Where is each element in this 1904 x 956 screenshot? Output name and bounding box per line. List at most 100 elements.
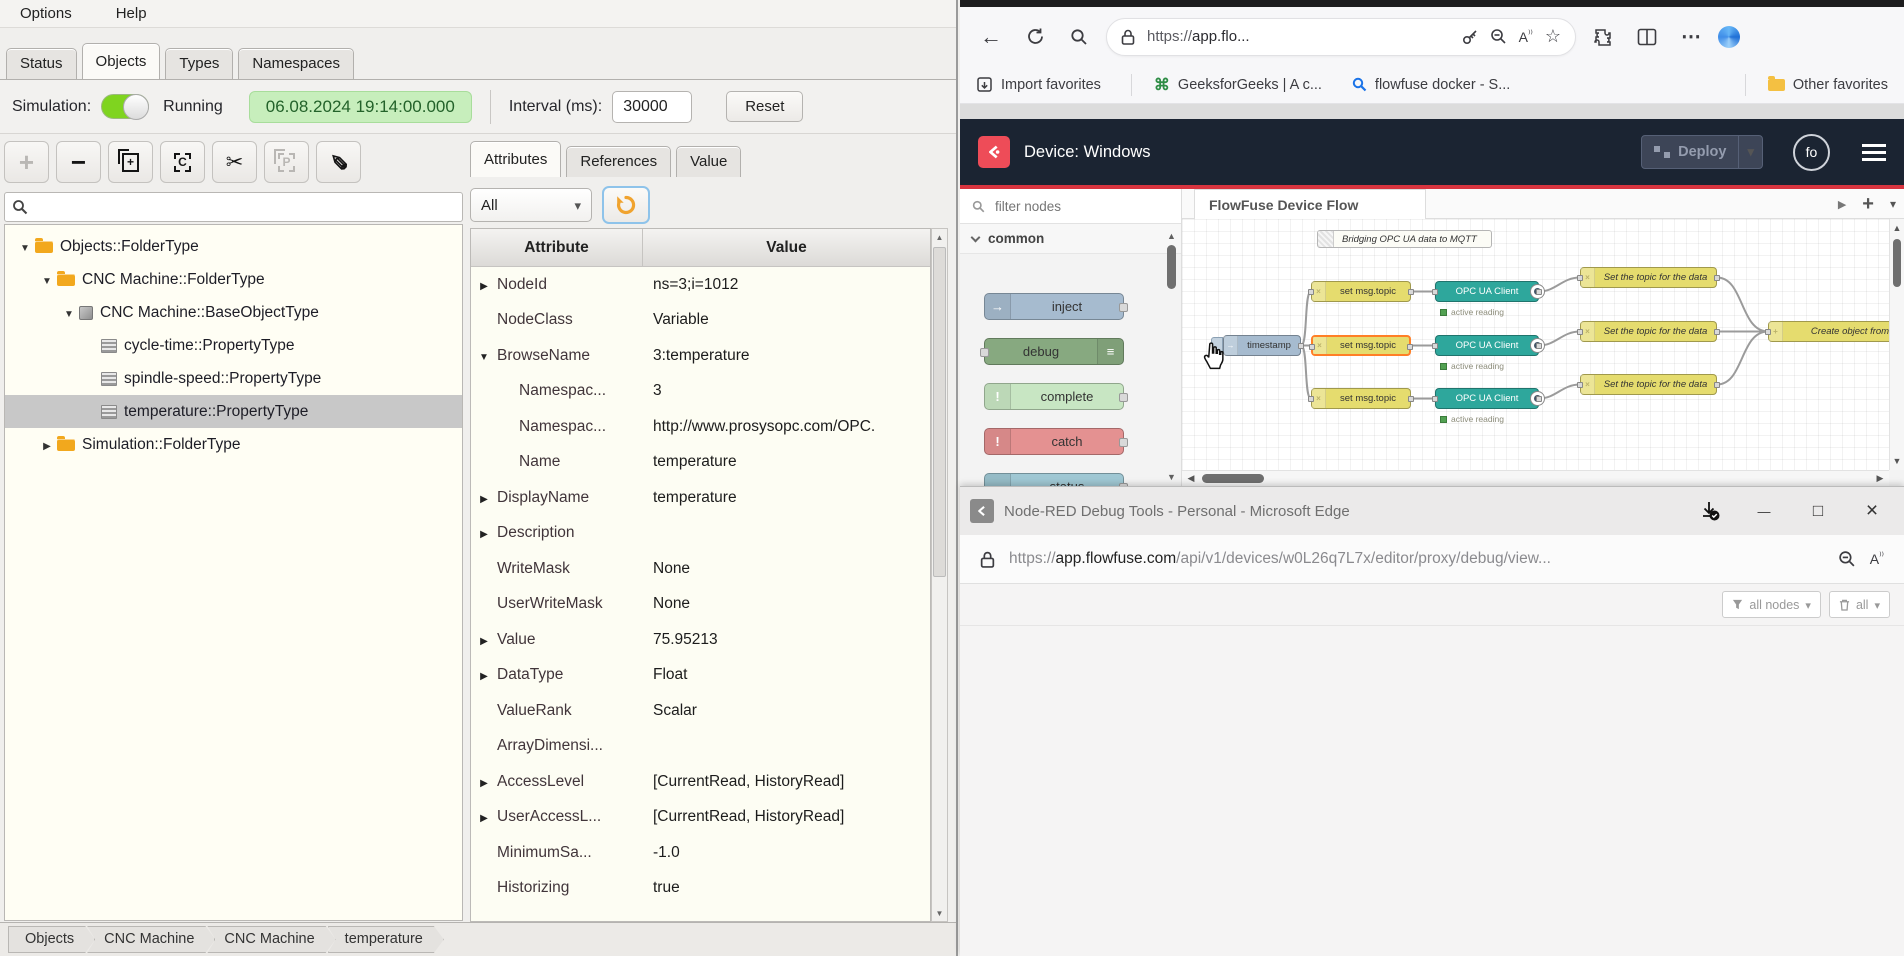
back-button[interactable] bbox=[974, 20, 1008, 54]
split-screen-icon[interactable] bbox=[1630, 20, 1664, 54]
import-favorites-button[interactable]: Import favorites bbox=[976, 76, 1101, 93]
deploy-dropdown[interactable] bbox=[1738, 136, 1762, 168]
input-port[interactable] bbox=[1577, 275, 1583, 281]
node-opcua-client-2[interactable]: OPC UA Client bbox=[1435, 335, 1539, 356]
palette-filter[interactable] bbox=[960, 189, 1181, 224]
address-bar[interactable]: https://app.flo... A bbox=[1106, 18, 1576, 56]
tree-item-spindle-speed[interactable]: spindle-speed::PropertyType bbox=[5, 362, 462, 395]
password-key-icon[interactable] bbox=[1462, 29, 1478, 45]
table-row[interactable]: DataTypeFloat bbox=[471, 658, 930, 694]
cut-button[interactable] bbox=[212, 141, 257, 183]
close-button[interactable] bbox=[1850, 494, 1894, 528]
palette-node-complete[interactable]: ! complete bbox=[984, 383, 1124, 410]
copilot-icon[interactable] bbox=[1718, 26, 1740, 48]
settings-more-icon[interactable] bbox=[1674, 20, 1708, 54]
flow-list-icon[interactable] bbox=[1890, 195, 1896, 213]
expand-icon[interactable] bbox=[471, 276, 497, 294]
favorite-geeksforgeeks[interactable]: GeeksforGeeks | A c... bbox=[1154, 75, 1322, 95]
clear-log-button[interactable]: all bbox=[1829, 591, 1890, 618]
node-set-msg-topic-2-selected[interactable]: × set msg.topic bbox=[1311, 335, 1411, 356]
node-set-topic-2[interactable]: × Set the topic for the data bbox=[1580, 321, 1717, 342]
palette-node-inject[interactable]: → inject bbox=[984, 293, 1124, 320]
flow-canvas[interactable]: Bridging OPC UA data to MQTT → timestamp… bbox=[1182, 219, 1889, 470]
refresh-button[interactable] bbox=[602, 186, 650, 224]
filter-nodes-button[interactable]: all nodes bbox=[1722, 591, 1821, 618]
canvas-vertical-scrollbar[interactable]: ▲ ▼ bbox=[1889, 219, 1904, 470]
input-port[interactable] bbox=[1308, 396, 1314, 402]
breadcrumb-objects[interactable]: Objects bbox=[8, 926, 95, 953]
palette-category-common[interactable]: common bbox=[960, 224, 1181, 254]
output-port[interactable] bbox=[1408, 396, 1414, 402]
scrollbar-thumb[interactable] bbox=[1893, 239, 1901, 287]
expand-icon[interactable] bbox=[471, 808, 497, 826]
palette-node-status[interactable]: status bbox=[984, 473, 1124, 486]
tree-item-objects[interactable]: Objects::FolderType bbox=[5, 230, 462, 263]
tab-status[interactable]: Status bbox=[6, 48, 77, 79]
favorite-flowfuse-docker[interactable]: flowfuse docker - S... bbox=[1352, 77, 1510, 93]
input-port[interactable] bbox=[1765, 329, 1771, 335]
input-port[interactable] bbox=[1308, 289, 1314, 295]
table-row[interactable]: Namespac...http://www.prosysopc.com/OPC. bbox=[471, 409, 930, 445]
read-aloud-icon[interactable]: A bbox=[1870, 551, 1884, 567]
scrollbar-thumb[interactable] bbox=[1202, 474, 1264, 483]
input-port[interactable] bbox=[1577, 382, 1583, 388]
tab-types[interactable]: Types bbox=[165, 48, 233, 79]
tree-search-input[interactable] bbox=[4, 192, 463, 222]
input-port[interactable] bbox=[1432, 396, 1438, 402]
simulation-toggle[interactable] bbox=[101, 94, 149, 119]
tab-value[interactable]: Value bbox=[676, 146, 741, 177]
table-row[interactable]: MinimumSa...-1.0 bbox=[471, 835, 930, 871]
scroll-down-icon[interactable]: ▼ bbox=[1890, 456, 1904, 466]
output-port[interactable] bbox=[1298, 343, 1304, 349]
tree-item-temperature-selected[interactable]: temperature::PropertyType bbox=[5, 395, 462, 428]
table-row[interactable]: WriteMaskNone bbox=[471, 551, 930, 587]
interval-input[interactable] bbox=[612, 91, 692, 123]
table-row[interactable]: Namespac...3 bbox=[471, 374, 930, 410]
search-button[interactable] bbox=[1062, 20, 1096, 54]
favorite-star-icon[interactable] bbox=[1545, 26, 1561, 47]
input-port[interactable] bbox=[1309, 344, 1315, 350]
table-row[interactable]: UserWriteMaskNone bbox=[471, 587, 930, 623]
tab-namespaces[interactable]: Namespaces bbox=[238, 48, 354, 79]
main-menu-icon[interactable] bbox=[1862, 144, 1886, 161]
node-opcua-client-3[interactable]: OPC UA Client bbox=[1435, 388, 1539, 409]
tree-item-cnc-machine-folder[interactable]: CNC Machine::FolderType bbox=[5, 263, 462, 296]
extensions-icon[interactable] bbox=[1586, 20, 1620, 54]
menu-help[interactable]: Help bbox=[116, 5, 147, 22]
other-favorites-button[interactable]: Other favorites bbox=[1768, 77, 1888, 93]
tree-item-cnc-machine-object[interactable]: CNC Machine::BaseObjectType bbox=[5, 296, 462, 329]
table-row[interactable]: Description bbox=[471, 516, 930, 552]
expand-icon[interactable] bbox=[471, 773, 497, 791]
canvas-horizontal-scrollbar[interactable]: ◀ ▶ bbox=[1182, 470, 1889, 486]
table-row[interactable]: BrowseName3:temperature bbox=[471, 338, 930, 374]
add-button[interactable] bbox=[4, 141, 49, 183]
zoom-out-icon[interactable] bbox=[1490, 28, 1507, 45]
scroll-up-icon[interactable]: ▲ bbox=[1165, 231, 1178, 241]
collapse-icon[interactable] bbox=[471, 347, 497, 365]
table-row[interactable]: ValueRankScalar bbox=[471, 693, 930, 729]
table-row[interactable]: DisplayNametemperature bbox=[471, 480, 930, 516]
scroll-up-icon[interactable]: ▲ bbox=[932, 229, 947, 245]
tree-item-simulation[interactable]: Simulation::FolderType bbox=[5, 428, 462, 461]
table-row[interactable]: Value75.95213 bbox=[471, 622, 930, 658]
expand-icon[interactable] bbox=[471, 524, 497, 542]
palette-filter-input[interactable] bbox=[993, 198, 1133, 215]
expander-open-icon[interactable] bbox=[17, 238, 33, 256]
scrollbar-thumb[interactable] bbox=[933, 247, 946, 577]
table-row[interactable]: AccessLevel[CurrentRead, HistoryRead] bbox=[471, 764, 930, 800]
output-port[interactable] bbox=[1408, 289, 1414, 295]
remove-button[interactable] bbox=[56, 141, 101, 183]
expand-icon[interactable] bbox=[471, 666, 497, 684]
scrollbar-thumb[interactable] bbox=[1167, 245, 1176, 289]
scroll-down-icon[interactable]: ▼ bbox=[1165, 472, 1178, 482]
input-port[interactable] bbox=[1432, 343, 1438, 349]
breadcrumb-cnc-machine-2[interactable]: CNC Machine bbox=[207, 926, 335, 953]
table-row[interactable]: Historizingtrue bbox=[471, 871, 930, 907]
expand-icon[interactable] bbox=[471, 489, 497, 507]
node-set-topic-3[interactable]: × Set the topic for the data bbox=[1580, 374, 1717, 395]
scroll-down-icon[interactable]: ▼ bbox=[932, 905, 947, 921]
expand-icon[interactable] bbox=[471, 631, 497, 649]
paste-button[interactable]: P bbox=[264, 141, 309, 183]
tab-references[interactable]: References bbox=[566, 146, 671, 177]
flow-tab-flowfuse-device-flow[interactable]: FlowFuse Device Flow bbox=[1194, 189, 1426, 219]
